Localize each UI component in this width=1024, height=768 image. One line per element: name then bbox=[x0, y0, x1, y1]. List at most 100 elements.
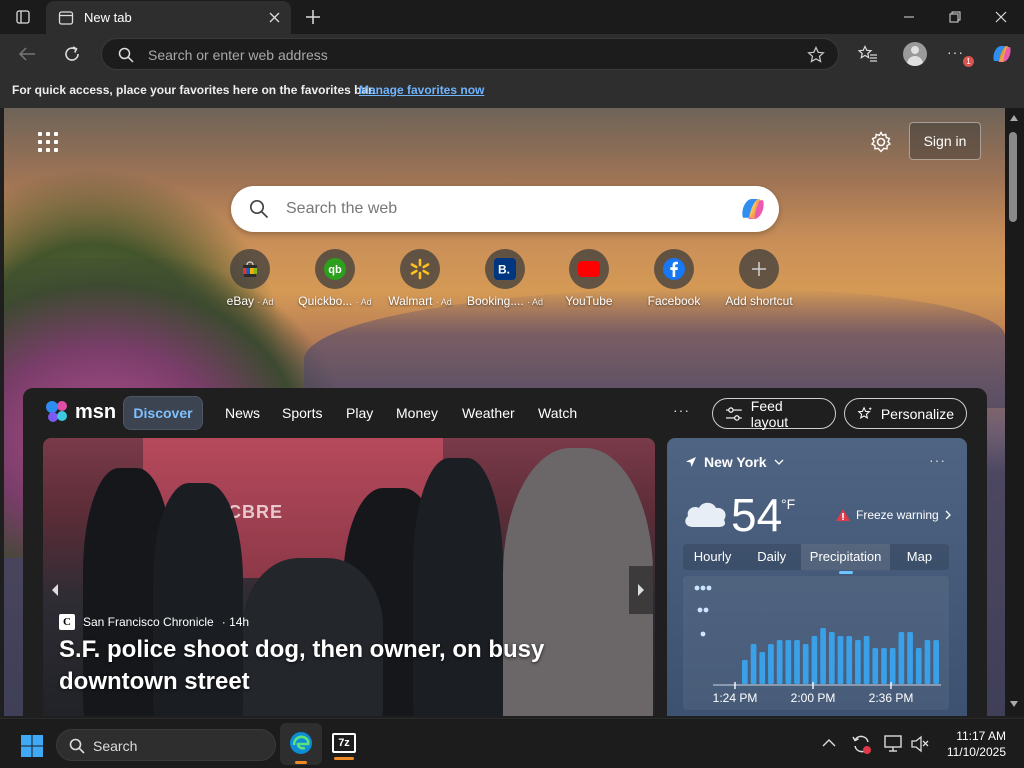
nav-news[interactable]: News bbox=[225, 405, 260, 421]
precipitation-bar bbox=[924, 640, 931, 684]
windows-start-icon[interactable] bbox=[20, 734, 44, 758]
gear-icon bbox=[870, 131, 892, 153]
plus-icon bbox=[306, 10, 320, 24]
search-icon bbox=[249, 199, 269, 219]
precipitation-bar bbox=[802, 644, 809, 684]
sync-alert-icon[interactable] bbox=[851, 733, 873, 755]
precipitation-bar bbox=[794, 640, 800, 684]
favorites-message: For quick access, place your favorites h… bbox=[12, 83, 376, 97]
apps-launcher-button[interactable] bbox=[36, 130, 60, 154]
warning-label: Freeze warning bbox=[856, 508, 939, 522]
ad-label: · Ad bbox=[355, 297, 372, 307]
close-tab-icon[interactable] bbox=[269, 12, 280, 23]
tab-actions-button[interactable] bbox=[0, 0, 46, 34]
favorites-icon[interactable] bbox=[858, 45, 878, 63]
notification-badge: 1 bbox=[963, 56, 974, 67]
address-bar[interactable] bbox=[101, 38, 839, 70]
nav-weather[interactable]: Weather bbox=[462, 405, 515, 421]
weather-unit: °F bbox=[781, 496, 796, 512]
active-app-indicator bbox=[334, 757, 354, 760]
taskbar-7zip-button[interactable]: 7z bbox=[332, 733, 356, 753]
tab-precipitation[interactable]: Precipitation bbox=[801, 544, 890, 574]
quickbooks-icon: qb bbox=[315, 249, 355, 289]
precipitation-bar bbox=[907, 632, 913, 684]
precipitation-bar bbox=[820, 628, 826, 684]
back-icon[interactable] bbox=[18, 46, 36, 62]
network-monitor-icon[interactable] bbox=[884, 735, 904, 753]
shortcut-label: eBay bbox=[226, 294, 254, 308]
profile-avatar[interactable] bbox=[903, 42, 927, 66]
svg-text:qb: qb bbox=[328, 264, 342, 276]
taskbar-edge-button[interactable] bbox=[280, 723, 322, 765]
new-tab-button[interactable] bbox=[290, 0, 336, 34]
freeze-warning[interactable]: Freeze warning bbox=[835, 508, 952, 522]
ad-label: · Ad bbox=[527, 297, 544, 307]
tab-hourly[interactable]: Hourly bbox=[683, 544, 742, 570]
scroll-up-arrow-icon[interactable] bbox=[1009, 114, 1019, 122]
source-time: · 14h bbox=[221, 615, 250, 629]
weather-location[interactable]: New York bbox=[685, 454, 784, 470]
avatar-head-icon bbox=[911, 46, 919, 54]
rain-drop-icon bbox=[694, 585, 712, 591]
address-input[interactable] bbox=[148, 46, 748, 64]
restore-button[interactable] bbox=[932, 0, 978, 34]
thermometer-warning-icon bbox=[836, 509, 850, 521]
nav-watch[interactable]: Watch bbox=[538, 405, 577, 421]
sign-in-button[interactable]: Sign in bbox=[909, 122, 981, 160]
star-icon[interactable] bbox=[807, 46, 825, 64]
tab-actions-icon bbox=[16, 10, 30, 24]
tab-new-tab[interactable]: New tab bbox=[46, 1, 291, 34]
speaker-muted-icon[interactable] bbox=[910, 735, 930, 753]
hero-next-button[interactable] bbox=[629, 566, 653, 614]
rain-drop-icon bbox=[700, 631, 706, 637]
web-search-box[interactable] bbox=[231, 186, 779, 232]
facebook-icon bbox=[654, 249, 694, 289]
scroll-down-arrow-icon[interactable] bbox=[1009, 700, 1019, 708]
taskbar-search[interactable]: Search bbox=[56, 729, 276, 761]
tab-daily[interactable]: Daily bbox=[742, 544, 801, 570]
feed-layout-button[interactable]: Feed layout bbox=[712, 398, 836, 430]
sliders-icon bbox=[725, 406, 742, 421]
hero-prev-button[interactable] bbox=[43, 572, 67, 608]
personalize-button[interactable]: Personalize bbox=[844, 398, 967, 429]
weather-card[interactable]: New York ··· 54 °F Freeze warning Hourly… bbox=[667, 438, 967, 716]
windows-taskbar: Search 7z 11:17 AM 11/10/2025 bbox=[0, 718, 1024, 768]
close-window-button[interactable] bbox=[978, 0, 1024, 34]
hero-article-card[interactable]: CBRE C San Francisco Chronicle · 14h S.F… bbox=[43, 438, 655, 716]
new-tab-page-icon bbox=[58, 11, 74, 25]
hero-headline[interactable]: S.F. police shoot dog, then owner, on bu… bbox=[59, 634, 579, 698]
shortcut-quickbooks[interactable]: qb Quickbo... · Ad bbox=[295, 249, 375, 315]
weather-more-button[interactable]: ··· bbox=[929, 452, 946, 468]
nav-sports[interactable]: Sports bbox=[282, 405, 322, 421]
msn-logo[interactable]: msn bbox=[45, 398, 116, 426]
shortcut-facebook[interactable]: Facebook bbox=[634, 249, 714, 315]
page-settings-button[interactable] bbox=[867, 128, 895, 156]
nav-play[interactable]: Play bbox=[346, 405, 373, 421]
page-scrollbar[interactable] bbox=[1005, 108, 1024, 716]
manage-favorites-link[interactable]: Manage favorites now bbox=[359, 83, 484, 97]
rain-drop-icon bbox=[697, 607, 709, 613]
copilot-icon[interactable] bbox=[990, 43, 1014, 65]
web-search-input[interactable] bbox=[286, 199, 706, 219]
shortcut-youtube[interactable]: YouTube bbox=[549, 249, 629, 315]
booking-icon: B. bbox=[485, 249, 525, 289]
precipitation-bar bbox=[768, 644, 774, 684]
nav-money[interactable]: Money bbox=[396, 405, 438, 421]
precipitation-bar bbox=[872, 648, 879, 684]
settings-more-button[interactable]: ··· bbox=[947, 44, 964, 60]
scrollbar-thumb[interactable] bbox=[1009, 132, 1017, 222]
minimize-button[interactable] bbox=[886, 0, 932, 34]
copilot-icon[interactable] bbox=[738, 195, 768, 223]
tab-map[interactable]: Map bbox=[890, 544, 949, 570]
shortcut-label: Quickbo... bbox=[298, 294, 353, 308]
shortcut-booking[interactable]: B. Booking.... · Ad bbox=[465, 249, 545, 315]
shortcut-ebay[interactable]: eBay · Ad bbox=[210, 249, 290, 315]
nav-discover[interactable]: Discover bbox=[123, 396, 203, 430]
feed-more-button[interactable]: ··· bbox=[673, 402, 690, 418]
shortcut-add[interactable]: Add shortcut bbox=[719, 249, 799, 315]
refresh-icon[interactable] bbox=[62, 44, 82, 64]
x-tick-label: 2:00 PM bbox=[791, 691, 836, 705]
taskbar-clock[interactable]: 11:17 AM 11/10/2025 bbox=[942, 728, 1006, 760]
shortcut-walmart[interactable]: Walmart · Ad bbox=[380, 249, 460, 315]
chevron-up-icon[interactable] bbox=[822, 738, 836, 748]
